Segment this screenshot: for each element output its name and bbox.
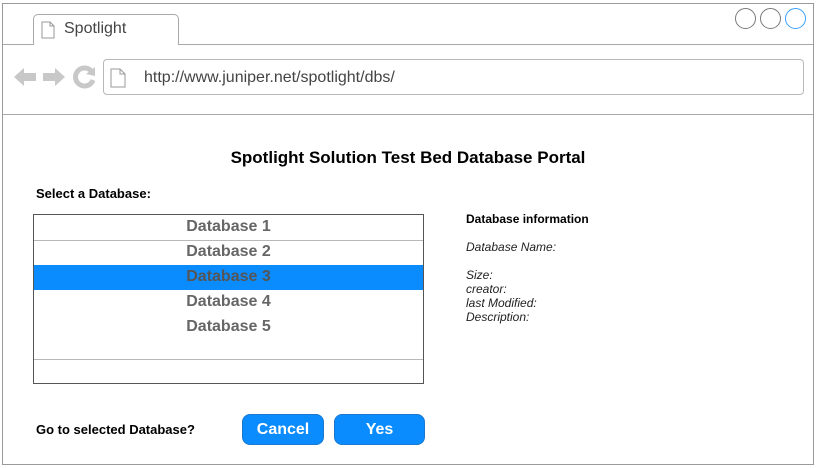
address-bar[interactable]: http://www.juniper.net/spotlight/dbs/ xyxy=(103,59,804,95)
database-size-label: Size: xyxy=(466,268,493,282)
database-info-title: Database information xyxy=(466,212,589,226)
tab-title: Spotlight xyxy=(64,20,127,37)
database-item-4[interactable]: Database 4 xyxy=(34,290,423,315)
confirm-prompt: Go to selected Database? xyxy=(36,422,195,437)
cancel-button[interactable]: Cancel xyxy=(242,414,324,445)
forward-arrow-icon[interactable] xyxy=(42,66,66,88)
database-name-label: Database Name: xyxy=(466,240,557,254)
database-item-5[interactable]: Database 5 xyxy=(34,315,423,340)
database-creator-label: creator: xyxy=(466,282,507,296)
list-divider xyxy=(34,359,423,360)
back-arrow-icon[interactable] xyxy=(13,66,37,88)
database-list[interactable]: Database 1 Database 2 Database 3 Databas… xyxy=(33,214,424,384)
reload-icon[interactable] xyxy=(73,65,97,89)
url-text: http://www.juniper.net/spotlight/dbs/ xyxy=(144,69,395,86)
database-item-2[interactable]: Database 2 xyxy=(34,240,423,265)
database-description-label: Description: xyxy=(466,310,530,324)
page-icon xyxy=(41,21,55,39)
window-controls xyxy=(735,8,809,30)
browser-tab[interactable]: Spotlight xyxy=(33,14,179,45)
select-database-label: Select a Database: xyxy=(36,186,151,201)
yes-button[interactable]: Yes xyxy=(334,414,425,445)
database-item-3-selected[interactable]: Database 3 xyxy=(34,265,423,290)
page-icon xyxy=(110,68,126,88)
window-circle-left[interactable] xyxy=(735,8,756,29)
page-title: Spotlight Solution Test Bed Database Por… xyxy=(230,148,586,167)
window-circle-middle[interactable] xyxy=(760,8,781,29)
database-item-1[interactable]: Database 1 xyxy=(34,215,423,240)
browser-chrome: Spotlight http://www.juniper.net/spotlig… xyxy=(3,4,813,115)
window-circle-right[interactable] xyxy=(785,8,806,29)
database-modified-label: last Modified: xyxy=(466,296,537,310)
